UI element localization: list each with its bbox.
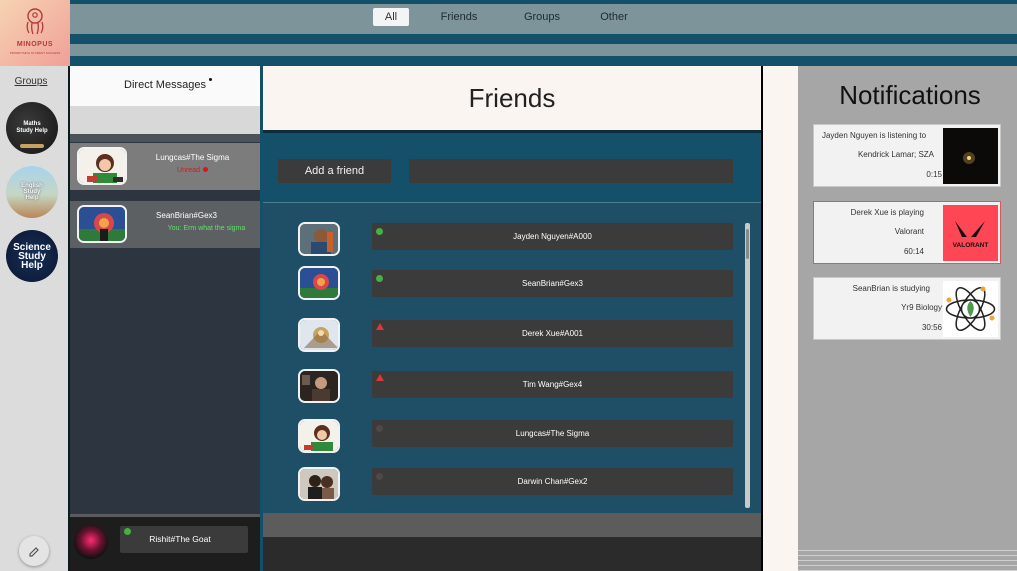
- valorant-logo-text: VALORANT: [953, 242, 989, 249]
- self-user-card[interactable]: Rishit#The Goat: [120, 526, 248, 553]
- notification-time: 30:56: [921, 323, 942, 332]
- notification-card[interactable]: Derek Xue is playing Valorant 60:14 VALO…: [813, 201, 1001, 264]
- avatar[interactable]: [298, 369, 340, 403]
- main-footer-bar: [263, 513, 761, 537]
- notification-detail: Kendrick Lamar; SZA: [857, 150, 934, 159]
- friend-name: SeanBrian#Gex3: [522, 279, 583, 288]
- notification-text: Jayden Nguyen is listening to: [821, 131, 927, 140]
- dm-contact-name: Lungcas#The Sigma: [155, 153, 230, 162]
- friends-scrollbar[interactable]: [745, 223, 750, 508]
- friend-row[interactable]: SeanBrian#Gex3: [372, 270, 733, 297]
- notifications-footer: [798, 546, 1017, 571]
- dm-unread-status: Unread: [130, 167, 255, 174]
- header-divider: [263, 130, 761, 133]
- friend-row[interactable]: Derek Xue#A001: [372, 320, 733, 347]
- album-art-icon: [943, 128, 998, 184]
- group-maths[interactable]: Maths Study Help: [6, 102, 58, 154]
- dm-conversation[interactable]: Lungcas#The Sigma Unread: [70, 143, 260, 190]
- add-friend-button[interactable]: Add a friend: [278, 159, 391, 183]
- notifications-panel: Notifications Jayden Nguyen is listening…: [798, 66, 1017, 571]
- avatar[interactable]: [298, 222, 340, 256]
- new-message-dot: [209, 78, 212, 81]
- octopus-logo-icon: [26, 8, 44, 35]
- friend-row[interactable]: Jayden Nguyen#A000: [372, 223, 733, 250]
- friend-name: Jayden Nguyen#A000: [513, 232, 592, 241]
- notification-card[interactable]: Jayden Nguyen is listening to Kendrick L…: [813, 124, 1001, 187]
- friend-row[interactable]: Lungcas#The Sigma: [372, 420, 733, 447]
- friends-header: Friends: [263, 66, 761, 130]
- page-title: Friends: [468, 83, 556, 113]
- group-science-label: Science Study Help: [13, 241, 51, 271]
- group-science[interactable]: Science Study Help: [6, 230, 58, 282]
- valorant-logo-icon: VALORANT: [943, 205, 998, 261]
- unread-label: Unread: [177, 167, 200, 174]
- friend-name: Tim Wang#Gex4: [522, 380, 583, 389]
- groups-title: Groups: [14, 76, 48, 87]
- app-logo[interactable]: MINOPUS PRIORITISING STUDENT SUCCESS: [0, 0, 70, 66]
- friend-row[interactable]: Darwin Chan#Gex2: [372, 468, 733, 495]
- atom-leaf-icon: [943, 281, 998, 337]
- friend-name: Darwin Chan#Gex2: [517, 477, 588, 486]
- tab-all[interactable]: All: [373, 8, 409, 26]
- group-english[interactable]: English Study Help: [6, 166, 58, 218]
- user-panel: Rishit#The Goat: [70, 514, 260, 571]
- tab-other[interactable]: Other: [590, 8, 638, 26]
- avatar[interactable]: [298, 419, 340, 453]
- friend-name: Derek Xue#A001: [522, 329, 583, 338]
- dm-header: Direct Messages: [70, 66, 260, 106]
- tab-groups[interactable]: Groups: [514, 8, 570, 26]
- notification-text: SeanBrian is studying: [852, 284, 930, 293]
- dm-contact-name: SeanBrian#Gex3: [156, 211, 217, 220]
- notification-time: 60:14: [903, 247, 924, 256]
- friend-row[interactable]: Tim Wang#Gex4: [372, 371, 733, 398]
- top-band-lower: [70, 44, 1017, 56]
- dm-title: Direct Messages: [124, 79, 206, 91]
- tab-friends[interactable]: Friends: [430, 8, 488, 26]
- pencil-icon: [29, 547, 39, 557]
- group-maths-label: Maths Study Help: [16, 121, 48, 134]
- logo-tagline: PRIORITISING STUDENT SUCCESS: [9, 51, 61, 55]
- self-username: Rishit#The Goat: [149, 534, 211, 544]
- notification-card[interactable]: SeanBrian is studying Yr9 Biology 30:56: [813, 277, 1001, 340]
- groups-sidebar: Groups Maths Study Help English Study He…: [0, 66, 68, 571]
- notification-detail: Yr9 Biology: [901, 303, 942, 312]
- notification-time: 0:15: [926, 170, 942, 179]
- avatar[interactable]: [298, 266, 340, 300]
- avatar: [77, 147, 127, 185]
- top-bar: All Friends Groups Other: [70, 0, 1017, 66]
- friend-name: Lungcas#The Sigma: [515, 429, 590, 438]
- logo-name: MINOPUS: [16, 41, 54, 48]
- notification-detail: Valorant: [894, 227, 924, 236]
- dm-separator: [70, 134, 260, 142]
- board-icon: [20, 144, 44, 148]
- friends-list: Jayden Nguyen#A000 SeanBrian#Gex3 Derek …: [263, 203, 761, 513]
- notification-text: Derek Xue is playing: [850, 208, 924, 217]
- filter-tabs: All Friends Groups Other: [70, 8, 1017, 28]
- side-gap: [761, 66, 798, 571]
- dm-conversation[interactable]: SeanBrian#Gex3 You: Erm what the sigma: [70, 201, 260, 248]
- notifications-title: Notifications: [839, 80, 981, 110]
- direct-messages-panel: Direct Messages Lungcas#The Sigma Unread: [68, 66, 260, 571]
- dm-message-preview: You: Erm what the sigma: [167, 225, 246, 232]
- add-friend-input[interactable]: [409, 159, 733, 183]
- group-english-label: English Study Help: [21, 183, 43, 201]
- dm-search-input[interactable]: [70, 106, 260, 134]
- upload-icon[interactable]: [19, 536, 49, 566]
- avatar[interactable]: [298, 318, 340, 352]
- avatar[interactable]: [74, 525, 108, 559]
- main-footer: [263, 537, 761, 571]
- scrollbar-thumb[interactable]: [746, 229, 749, 259]
- avatar[interactable]: [298, 467, 340, 501]
- unread-dot: [202, 167, 208, 172]
- avatar: [77, 205, 127, 243]
